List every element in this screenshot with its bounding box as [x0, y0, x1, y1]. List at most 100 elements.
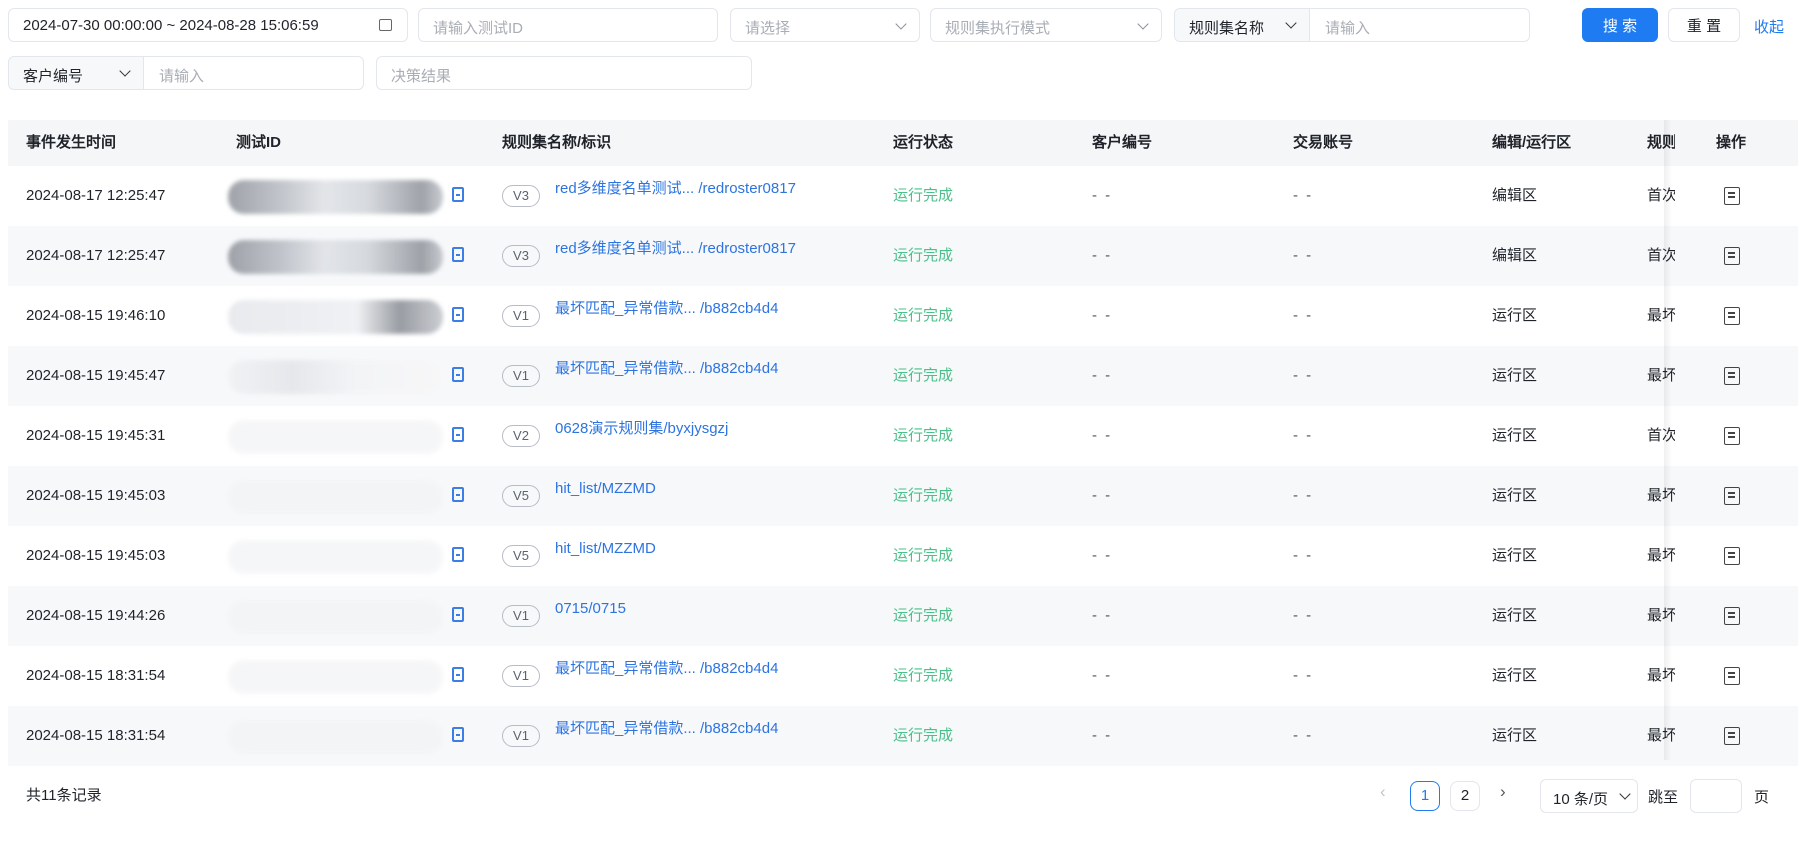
version-tag: V3	[502, 185, 540, 207]
event-time: 2024-08-15 19:45:03	[26, 487, 166, 504]
detail-icon[interactable]	[1724, 667, 1740, 685]
search-button[interactable]: 搜 索	[1582, 8, 1658, 42]
version-tag: V3	[502, 245, 540, 267]
table-row: 2024-08-15 18:31:54 V1 最坏匹配_异常借款... /b88…	[8, 706, 1798, 766]
customer-id: - -	[1092, 487, 1113, 504]
page-1-button[interactable]: 1	[1410, 781, 1440, 811]
zone: 编辑区	[1492, 247, 1538, 264]
redacted-test-id	[228, 600, 443, 634]
run-status: 运行完成	[893, 547, 954, 564]
reset-button[interactable]: 重 置	[1668, 8, 1740, 42]
ruleset-link[interactable]: 0628演示规则集/byxjysgzj	[555, 399, 728, 459]
version-tag: V1	[502, 305, 540, 327]
table-row: 2024-08-17 12:25:47 V3 red多维度名单测试... /re…	[8, 226, 1798, 286]
ruleset-link[interactable]: 0715/0715	[555, 579, 626, 639]
detail-icon[interactable]	[1724, 307, 1740, 325]
ruleset-input[interactable]: 请输入	[1325, 17, 1370, 38]
detail-icon[interactable]	[1724, 247, 1740, 265]
document-icon[interactable]	[452, 607, 464, 622]
run-status: 运行完成	[893, 307, 954, 324]
detail-icon[interactable]	[1724, 547, 1740, 565]
page-2-button[interactable]: 2	[1450, 781, 1480, 811]
ruleset-link[interactable]: 最坏匹配_异常借款... /b882cb4d4	[555, 639, 778, 699]
detail-icon[interactable]	[1724, 367, 1740, 385]
table-row: 2024-08-15 19:46:10 V1 最坏匹配_异常借款... /b88…	[8, 286, 1798, 346]
page-size-select[interactable]: 10 条/页	[1540, 779, 1638, 813]
ruleset-link[interactable]: hit_list/MZZMD	[555, 519, 656, 579]
document-icon[interactable]	[452, 667, 464, 682]
run-status: 运行完成	[893, 247, 954, 264]
detail-icon[interactable]	[1724, 607, 1740, 625]
detail-icon[interactable]	[1724, 487, 1740, 505]
chevron-down-icon	[1619, 788, 1631, 800]
table-row: 2024-08-15 19:45:31 V2 0628演示规则集/byxjysg…	[8, 406, 1798, 466]
customer-id: - -	[1092, 607, 1113, 624]
ruleset-search-group: 规则集名称 请输入	[1174, 8, 1530, 42]
document-icon[interactable]	[452, 427, 464, 442]
customer-id: - -	[1092, 427, 1113, 444]
customer-id: - -	[1092, 727, 1113, 744]
ruleset-link[interactable]: red多维度名单测试... /redroster0817	[555, 159, 796, 219]
document-icon[interactable]	[452, 367, 464, 382]
zone: 运行区	[1492, 547, 1538, 564]
test-id-placeholder: 请输入测试ID	[433, 20, 524, 37]
event-time: 2024-08-17 12:25:47	[26, 187, 166, 204]
exec-mode-select[interactable]: 规则集执行模式	[930, 8, 1162, 42]
chevron-left-icon[interactable]: ‹	[1380, 782, 1386, 802]
ruleset-field-select[interactable]: 规则集名称	[1175, 9, 1310, 41]
event-time: 2024-08-17 12:25:47	[26, 247, 166, 264]
version-tag: V2	[502, 425, 540, 447]
customer-search-group: 客户编号 请输入	[8, 56, 364, 90]
decision-result-input[interactable]: 决策结果	[376, 56, 752, 90]
ruleset-link[interactable]: hit_list/MZZMD	[555, 459, 656, 519]
header-customer: 客户编号	[1092, 134, 1153, 151]
table-row: 2024-08-15 19:45:47 V1 最坏匹配_异常借款... /b88…	[8, 346, 1798, 406]
generic-select[interactable]: 请选择	[730, 8, 920, 42]
date-range-picker[interactable]: 2024-07-30 00:00:00 ~ 2024-08-28 15:06:5…	[8, 8, 408, 42]
version-tag: V1	[502, 725, 540, 747]
document-icon[interactable]	[452, 307, 464, 322]
account-id: - -	[1293, 427, 1314, 444]
customer-input[interactable]: 请输入	[159, 65, 204, 86]
account-id: - -	[1293, 607, 1314, 624]
run-status: 运行完成	[893, 667, 954, 684]
header-zone: 编辑/运行区	[1492, 134, 1572, 151]
document-icon[interactable]	[452, 547, 464, 562]
run-status: 运行完成	[893, 487, 954, 504]
detail-icon[interactable]	[1724, 427, 1740, 445]
document-icon[interactable]	[452, 187, 464, 202]
account-id: - -	[1293, 367, 1314, 384]
redacted-test-id	[228, 720, 443, 754]
customer-field-select[interactable]: 客户编号	[9, 57, 144, 89]
ruleset-link[interactable]: 最坏匹配_异常借款... /b882cb4d4	[555, 699, 778, 759]
zone: 运行区	[1492, 427, 1538, 444]
ruleset-link[interactable]: 最坏匹配_异常借款... /b882cb4d4	[555, 339, 778, 399]
ruleset-link[interactable]: 最坏匹配_异常借款... /b882cb4d4	[555, 279, 778, 339]
jump-page-input[interactable]	[1690, 779, 1742, 813]
ruleset-link[interactable]: red多维度名单测试... /redroster0817	[555, 219, 796, 279]
header-action: 操作	[1716, 134, 1747, 151]
document-icon[interactable]	[452, 727, 464, 742]
test-id-input[interactable]: 请输入测试ID	[418, 8, 718, 42]
chevron-down-icon	[1137, 18, 1149, 30]
chevron-down-icon	[1285, 17, 1297, 29]
event-time: 2024-08-15 18:31:54	[26, 727, 166, 744]
customer-id: - -	[1092, 307, 1113, 324]
total-records: 共11条记录	[26, 787, 102, 804]
event-time: 2024-08-15 19:45:03	[26, 547, 166, 564]
calendar-icon	[379, 19, 392, 31]
detail-icon[interactable]	[1724, 727, 1740, 745]
collapse-link[interactable]: 收起	[1754, 16, 1784, 37]
account-id: - -	[1293, 667, 1314, 684]
header-account: 交易账号	[1293, 134, 1354, 151]
version-tag: V5	[502, 545, 540, 567]
chevron-right-icon[interactable]: ›	[1500, 782, 1506, 802]
table-row: 2024-08-15 19:45:03 V5 hit_list/MZZMD 运行…	[8, 466, 1798, 526]
table-row: 2024-08-15 18:31:54 V1 最坏匹配_异常借款... /b88…	[8, 646, 1798, 706]
document-icon[interactable]	[452, 487, 464, 502]
zone: 运行区	[1492, 307, 1538, 324]
ruleset-field-label: 规则集名称	[1189, 20, 1265, 37]
detail-icon[interactable]	[1724, 187, 1740, 205]
table-header: 事件发生时间 测试ID 规则集名称/标识 运行状态 客户编号 交易账号 编辑/运…	[8, 120, 1798, 166]
document-icon[interactable]	[452, 247, 464, 262]
